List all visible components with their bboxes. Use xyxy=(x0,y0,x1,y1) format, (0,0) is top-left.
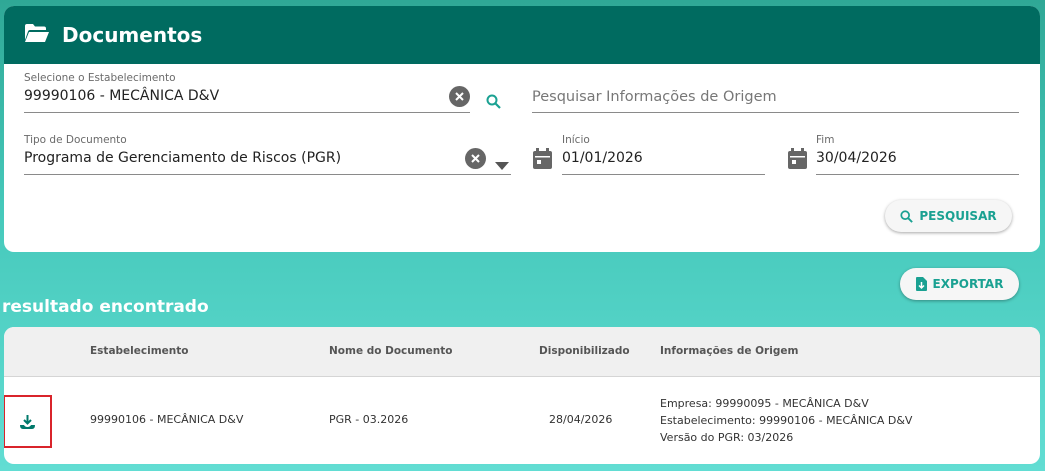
results-table: Estabelecimento Nome do Documento Dispon… xyxy=(4,327,1040,464)
search-button[interactable]: PESQUISAR xyxy=(885,200,1012,232)
end-date-value: 30/04/2026 xyxy=(816,150,897,166)
origin-company: Empresa: 99990095 - MECÂNICA D&V xyxy=(660,397,869,410)
card-header: Documentos xyxy=(4,6,1040,64)
download-button[interactable] xyxy=(4,395,52,448)
chevron-down-icon[interactable] xyxy=(495,155,509,174)
establishment-label: Selecione o Estabelecimento xyxy=(24,72,176,84)
cell-document-name: PGR - 03.2026 xyxy=(329,413,409,426)
clear-document-type-button[interactable] xyxy=(465,148,486,169)
cell-establishment: 99990106 - MECÂNICA D&V xyxy=(90,413,244,426)
calendar-icon[interactable] xyxy=(788,148,807,173)
calendar-icon[interactable] xyxy=(533,148,552,173)
start-date-label: Início xyxy=(562,134,590,146)
documents-card: Documentos Selecione o Estabelecimento 9… xyxy=(4,6,1040,252)
column-document-name: Nome do Documento xyxy=(329,345,453,357)
origin-establishment: Estabelecimento: 99990106 - MECÂNICA D&V xyxy=(660,414,913,427)
export-button[interactable]: EXPORTAR xyxy=(900,268,1019,300)
column-available: Disponibilizado xyxy=(539,345,630,357)
file-export-icon xyxy=(915,277,927,291)
download-icon xyxy=(20,414,35,429)
results-title: resultado encontrado xyxy=(2,297,209,317)
document-type-select[interactable]: Tipo de Documento Programa de Gerenciame… xyxy=(24,134,511,175)
origin-pgr-version: Versão do PGR: 03/2026 xyxy=(660,431,794,444)
folder-open-icon xyxy=(24,23,50,47)
close-icon xyxy=(455,92,464,101)
column-establishment: Estabelecimento xyxy=(90,345,189,357)
table-header: Estabelecimento Nome do Documento Dispon… xyxy=(4,327,1040,377)
column-origin-info: Informações de Origem xyxy=(660,345,799,357)
close-icon xyxy=(471,154,480,163)
cell-origin-info: Empresa: 99990095 - MECÂNICA D&V Estabel… xyxy=(660,395,912,446)
establishment-select[interactable]: Selecione o Estabelecimento 99990106 - M… xyxy=(24,72,470,113)
end-date-field[interactable]: Fim 30/04/2026 xyxy=(816,134,1019,175)
start-date-field[interactable]: Início 01/01/2026 xyxy=(562,134,765,175)
document-type-label: Tipo de Documento xyxy=(24,134,127,146)
start-date-value: 01/01/2026 xyxy=(562,150,643,166)
page-title: Documentos xyxy=(62,23,203,47)
table-row: 99990106 - MECÂNICA D&V PGR - 03.2026 28… xyxy=(4,377,1040,464)
search-button-label: PESQUISAR xyxy=(919,209,997,223)
end-date-label: Fim xyxy=(816,134,835,146)
establishment-value: 99990106 - MECÂNICA D&V xyxy=(24,88,220,104)
origin-search-input[interactable]: Pesquisar Informações de Origem xyxy=(532,72,1019,113)
origin-search-placeholder: Pesquisar Informações de Origem xyxy=(532,89,777,105)
search-icon[interactable] xyxy=(486,94,501,113)
clear-establishment-button[interactable] xyxy=(449,86,470,107)
search-icon xyxy=(900,209,914,223)
export-button-label: EXPORTAR xyxy=(932,277,1004,291)
document-type-value: Programa de Gerenciamento de Riscos (PGR… xyxy=(24,150,342,166)
cell-available: 28/04/2026 xyxy=(549,413,613,426)
